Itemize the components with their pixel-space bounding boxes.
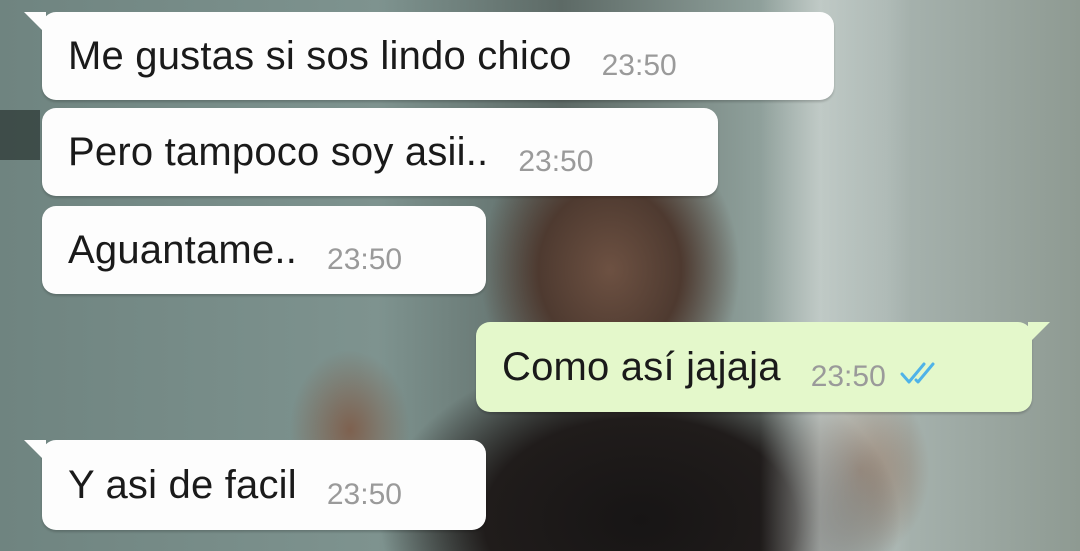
- double-check-icon: [898, 360, 942, 391]
- message-bubble-incoming[interactable]: Aguantame.. 23:50: [42, 206, 486, 294]
- message-text: Pero tampoco soy asii..: [68, 129, 489, 174]
- message-time: 23:50: [326, 478, 402, 511]
- message-time: 23:50: [327, 243, 403, 276]
- message-bubble-incoming[interactable]: Y asi de facil 23:50: [24, 440, 486, 530]
- wallpaper-dark-patch: [0, 110, 40, 160]
- message-text: Como así jajaja: [502, 344, 781, 389]
- message-time: 23:50: [810, 360, 886, 393]
- message-text: Y asi de facil: [68, 462, 297, 507]
- message-time: 23:50: [518, 145, 594, 178]
- message-text: Aguantame..: [68, 227, 298, 272]
- message-bubble-incoming[interactable]: Pero tampoco soy asii.. 23:50: [42, 108, 718, 196]
- message-bubble-incoming[interactable]: Me gustas si sos lindo chico 23:50: [24, 12, 834, 100]
- message-text: Me gustas si sos lindo chico: [68, 33, 572, 78]
- message-time: 23:50: [601, 49, 677, 82]
- message-bubble-outgoing[interactable]: Como así jajaja 23:50: [476, 322, 1050, 412]
